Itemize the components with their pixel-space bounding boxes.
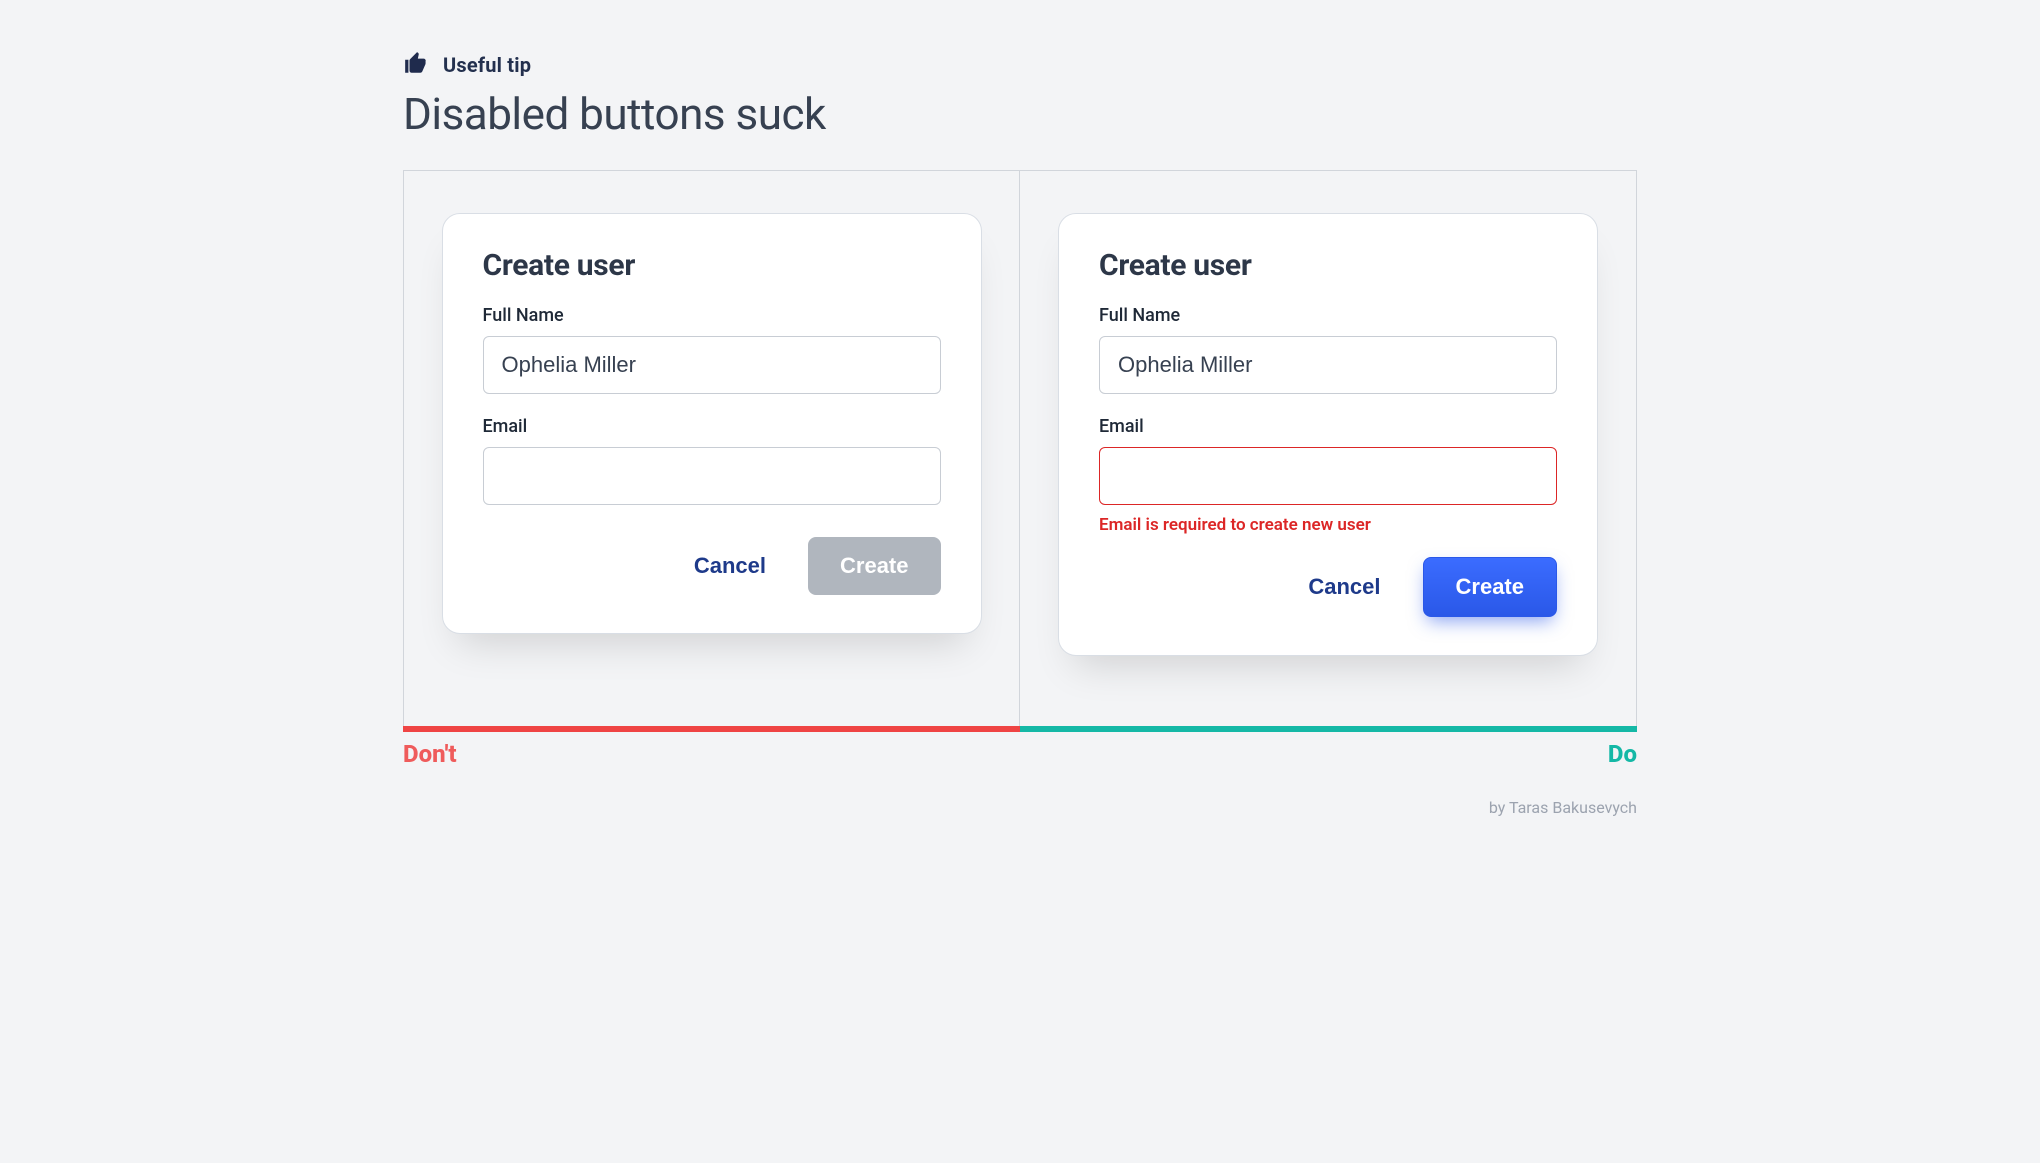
create-button[interactable]: Create — [1423, 557, 1557, 617]
card-title: Create user — [483, 248, 941, 283]
email-error-message: Email is required to create new user — [1099, 515, 1557, 535]
verdict-labels: Don't Do — [403, 740, 1637, 768]
do-pane: Create user Full Name Email Email is req… — [1020, 171, 1636, 726]
create-user-card-do: Create user Full Name Email Email is req… — [1058, 213, 1598, 656]
verdict-bar — [403, 726, 1637, 732]
headline: Disabled buttons suck — [403, 88, 1637, 140]
full-name-label: Full Name — [483, 305, 941, 326]
full-name-label: Full Name — [1099, 305, 1557, 326]
cancel-button[interactable]: Cancel — [694, 553, 766, 579]
do-bar — [1020, 726, 1637, 732]
tag-row: Useful tip — [403, 50, 1637, 80]
dont-pane: Create user Full Name Email Cancel Creat… — [404, 171, 1020, 726]
thumbs-up-icon — [403, 50, 429, 80]
header: Useful tip Disabled buttons suck — [403, 50, 1637, 140]
full-name-input[interactable] — [483, 336, 941, 394]
card-title: Create user — [1099, 248, 1557, 283]
do-label: Do — [1608, 740, 1637, 768]
create-button-disabled: Create — [808, 537, 940, 595]
cancel-button[interactable]: Cancel — [1308, 574, 1380, 600]
credit: by Taras Bakusevych — [403, 798, 1637, 817]
full-name-input[interactable] — [1099, 336, 1557, 394]
email-label: Email — [1099, 416, 1557, 437]
create-user-card-dont: Create user Full Name Email Cancel Creat… — [442, 213, 982, 634]
email-label: Email — [483, 416, 941, 437]
actions-row: Cancel Create — [1099, 557, 1557, 617]
email-input-error[interactable] — [1099, 447, 1557, 505]
actions-row: Cancel Create — [483, 537, 941, 595]
tag-label: Useful tip — [443, 53, 531, 77]
dont-bar — [403, 726, 1020, 732]
dont-label: Don't — [403, 740, 457, 768]
email-input[interactable] — [483, 447, 941, 505]
comparison-container: Create user Full Name Email Cancel Creat… — [403, 170, 1637, 726]
